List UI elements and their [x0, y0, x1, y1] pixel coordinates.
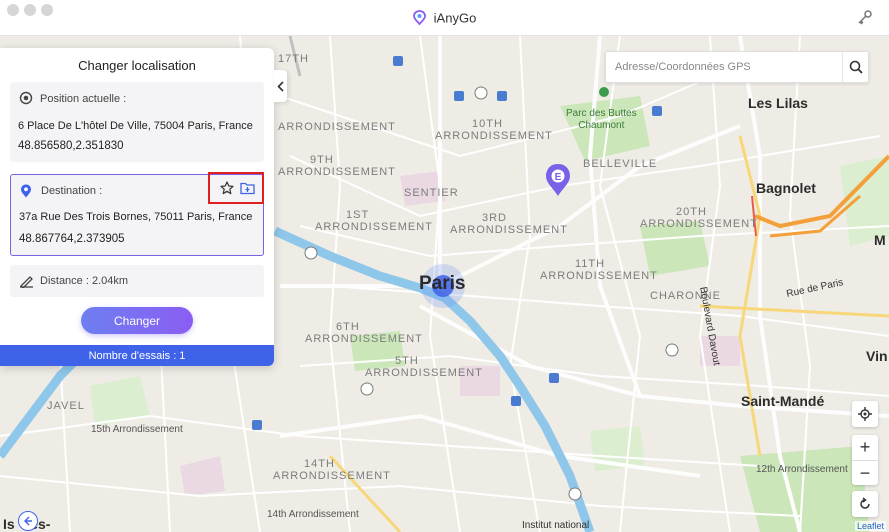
app-title-container: iAnyGo [0, 10, 889, 28]
map-label-10th: 10TH [472, 118, 503, 130]
map-label-1st-arr: ARRONDISSEMENT [315, 221, 433, 233]
map-label-3rd-arr: ARRONDISSEMENT [450, 224, 568, 236]
map-label-5th: 5TH [395, 355, 419, 367]
map-label-institut: Institut national [522, 520, 590, 531]
attempts-bar: Nombre d'essais : 1 [0, 345, 274, 366]
leaflet-attribution[interactable]: Leaflet [854, 521, 886, 531]
map-label-15th: 15th Arrondissement [91, 424, 183, 435]
locate-icon [858, 407, 872, 421]
zoom-in-button[interactable]: + [852, 435, 878, 460]
location-pin-icon [20, 184, 32, 203]
app-title: iAnyGo [433, 10, 477, 26]
map-label-3rd: 3RD [482, 212, 508, 224]
map-label-sentier: SENTIER [404, 187, 459, 199]
zoom-control: + − [852, 435, 878, 485]
favorite-import-highlight [208, 172, 264, 204]
key-icon[interactable] [857, 9, 873, 30]
change-button[interactable]: Changer [81, 307, 193, 334]
map-label-12th: 12th Arrondissement [756, 464, 848, 475]
map-label-5th-arr: ARRONDISSEMENT [365, 367, 483, 379]
collapse-panel-button[interactable] [274, 70, 287, 102]
distance-text: Distance : 2.04km [40, 275, 129, 287]
map-label-6th-arr: ARRONDISSEMENT [305, 333, 423, 345]
search-box [605, 51, 869, 83]
destination-address: 37a Rue Des Trois Bornes, 75011 Paris, F… [19, 211, 253, 223]
map-label-9th-arr: ARRONDISSEMENT [278, 166, 396, 178]
search-button[interactable] [842, 52, 868, 82]
map-label-javel: JAVEL [47, 400, 85, 412]
map-label-14th-small: 14th Arrondissement [267, 509, 359, 520]
reset-icon [860, 497, 870, 509]
map-label-14th-arr: ARRONDISSEMENT [273, 470, 391, 482]
map-label-1st: 1ST [346, 209, 370, 221]
panel-title: Changer localisation [78, 58, 196, 73]
target-icon [19, 91, 33, 110]
current-coords: 48.856580,2.351830 [18, 140, 124, 152]
distance-card: Distance : 2.04km [10, 265, 264, 297]
map-label-belleville: BELLEVILLE [583, 158, 658, 170]
map-label-park: Parc des Buttes Chaumont [566, 108, 637, 131]
chevron-left-icon [277, 80, 284, 92]
map-label-montreuil: M [874, 232, 886, 248]
locate-button[interactable] [852, 401, 878, 427]
map-label-10th-arr: ARRONDISSEMENT [435, 130, 553, 142]
map-label-vincennes: Vin [866, 348, 888, 364]
current-position-label: Position actuelle : [40, 93, 127, 105]
map-label-20th-arr: ARRONDISSEMENT [640, 218, 758, 230]
current-position-card: Position actuelle : 6 Place De L'hôtel D… [10, 82, 264, 162]
map-label-8th-arr: ARRONDISSEMENT [278, 121, 396, 133]
map-label-bagnolet: Bagnolet [756, 180, 816, 196]
destination-label: Destination : [41, 185, 103, 197]
map-label-14th: 14TH [304, 458, 335, 470]
map-label-17th: 17TH [278, 53, 309, 65]
title-bar: iAnyGo [0, 0, 889, 36]
current-address: 6 Place De L'hôtel De Ville, 75004 Paris… [18, 120, 253, 132]
map-label-11th-arr: ARRONDISSEMENT [540, 270, 658, 282]
map-label-20th: 20TH [676, 206, 707, 218]
map-label-saint-mande: Saint-Mandé [741, 393, 825, 409]
zoom-out-button[interactable]: − [852, 460, 878, 485]
map-label-6th: 6TH [336, 321, 360, 333]
reset-button[interactable] [852, 491, 878, 517]
ianygo-logo-icon [412, 10, 426, 28]
search-icon [849, 60, 863, 74]
arrow-left-icon [24, 516, 32, 526]
back-button[interactable] [18, 511, 38, 531]
destination-coords: 48.867764,2.373905 [19, 233, 125, 245]
address-search-input[interactable] [606, 52, 844, 82]
svg-text:E: E [555, 172, 562, 183]
ruler-icon [19, 274, 34, 293]
map-label-9th: 9TH [310, 154, 334, 166]
map-label-11th: 11TH [575, 258, 606, 270]
map-label-paris: Paris [419, 273, 466, 294]
map-label-les-lilas: Les Lilas [748, 95, 808, 111]
